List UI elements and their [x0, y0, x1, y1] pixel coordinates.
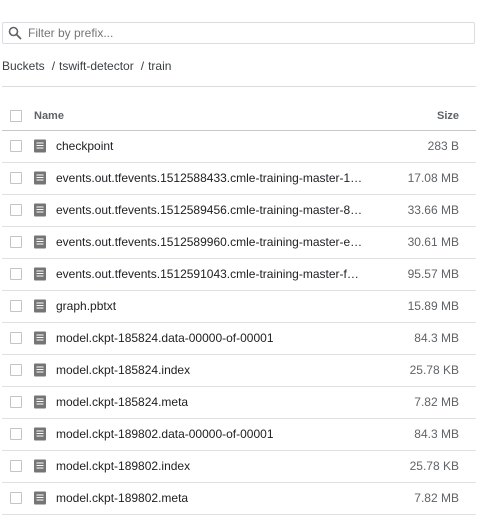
table-row[interactable]: graph.pbtxt 15.89 MB [2, 291, 476, 323]
table-body: checkpoint 283 B events.out.tfevents.15125… [2, 131, 476, 515]
file-size: 33.66 MB [407, 203, 459, 217]
file-icon [33, 459, 47, 473]
file-name[interactable]: graph.pbtxt [56, 299, 376, 313]
file-name[interactable]: events.out.tfevents.1512588433.cmle-trai… [56, 171, 376, 185]
file-size: 283 B [427, 139, 459, 153]
file-icon [33, 203, 47, 217]
search-icon [7, 25, 23, 41]
filter-input[interactable] [28, 26, 468, 40]
file-table: Name Size checkpoint 283 B events.out.tfev… [2, 102, 476, 515]
file-size: 84.3 MB [414, 331, 459, 345]
file-name[interactable]: events.out.tfevents.1512589456.cmle-trai… [56, 203, 376, 217]
breadcrumb-separator: / [51, 59, 56, 73]
breadcrumb: Buckets / tswift-detector / train [2, 58, 171, 74]
file-size: 25.78 KB [409, 459, 459, 473]
table-row[interactable]: events.out.tfevents.1512589456.cmle-trai… [2, 195, 476, 227]
file-icon [33, 139, 47, 153]
row-checkbox[interactable] [10, 364, 22, 376]
file-size: 84.3 MB [414, 427, 459, 441]
table-row[interactable]: model.ckpt-185824.meta 7.82 MB [2, 387, 476, 419]
row-checkbox[interactable] [10, 460, 22, 472]
name-column-header[interactable]: Name [34, 110, 64, 122]
row-checkbox[interactable] [10, 268, 22, 280]
file-size: 25.78 KB [409, 363, 459, 377]
file-size: 7.82 MB [414, 491, 459, 505]
file-icon [33, 363, 47, 377]
filter-box[interactable] [2, 22, 475, 44]
file-name[interactable]: checkpoint [56, 139, 376, 153]
size-column-header[interactable]: Size [437, 110, 459, 122]
breadcrumb-buckets[interactable]: Buckets [2, 59, 45, 73]
row-checkbox[interactable] [10, 492, 22, 504]
row-checkbox[interactable] [10, 396, 22, 408]
file-name[interactable]: model.ckpt-189802.data-00000-of-00001 [56, 427, 376, 441]
table-row[interactable]: events.out.tfevents.1512589960.cmle-trai… [2, 227, 476, 259]
file-size: 17.08 MB [407, 171, 459, 185]
file-icon [33, 171, 47, 185]
table-row[interactable]: model.ckpt-189802.data-00000-of-00001 84.… [2, 419, 476, 451]
file-name[interactable]: model.ckpt-185824.data-00000-of-00001 [56, 331, 376, 345]
table-row[interactable]: events.out.tfevents.1512588433.cmle-trai… [2, 163, 476, 195]
select-all-checkbox[interactable] [10, 110, 22, 122]
row-checkbox[interactable] [10, 204, 22, 216]
file-name[interactable]: events.out.tfevents.1512589960.cmle-trai… [56, 235, 376, 249]
file-icon [33, 491, 47, 505]
table-row[interactable]: model.ckpt-185824.index 25.78 KB [2, 355, 476, 387]
file-name[interactable]: model.ckpt-185824.index [56, 363, 376, 377]
row-checkbox[interactable] [10, 236, 22, 248]
table-header: Name Size [2, 102, 476, 131]
breadcrumb-bucket[interactable]: tswift-detector [59, 59, 134, 73]
row-checkbox[interactable] [10, 332, 22, 344]
file-icon [33, 395, 47, 409]
table-row[interactable]: model.ckpt-189802.index 25.78 KB [2, 451, 476, 483]
file-icon [33, 299, 47, 313]
table-row[interactable]: model.ckpt-185824.data-00000-of-00001 84.… [2, 323, 476, 355]
table-row[interactable]: model.ckpt-189802.meta 7.82 MB [2, 483, 476, 515]
divider [2, 86, 476, 87]
file-size: 95.57 MB [407, 267, 459, 281]
file-size: 30.61 MB [407, 235, 459, 249]
row-checkbox[interactable] [10, 140, 22, 152]
row-checkbox[interactable] [10, 428, 22, 440]
breadcrumb-folder: train [148, 59, 172, 73]
file-size: 7.82 MB [414, 395, 459, 409]
table-row[interactable]: checkpoint 283 B [2, 131, 476, 163]
row-checkbox[interactable] [10, 300, 22, 312]
file-name[interactable]: model.ckpt-189802.index [56, 459, 376, 473]
file-name[interactable]: model.ckpt-189802.meta [56, 491, 376, 505]
file-name[interactable]: events.out.tfevents.1512591043.cmle-trai… [56, 267, 376, 281]
breadcrumb-separator: / [140, 59, 145, 73]
file-name[interactable]: model.ckpt-185824.meta [56, 395, 376, 409]
file-icon [33, 427, 47, 441]
file-icon [33, 235, 47, 249]
file-icon [33, 267, 47, 281]
table-row[interactable]: events.out.tfevents.1512591043.cmle-trai… [2, 259, 476, 291]
row-checkbox[interactable] [10, 172, 22, 184]
file-icon [33, 331, 47, 345]
file-size: 15.89 MB [407, 299, 459, 313]
